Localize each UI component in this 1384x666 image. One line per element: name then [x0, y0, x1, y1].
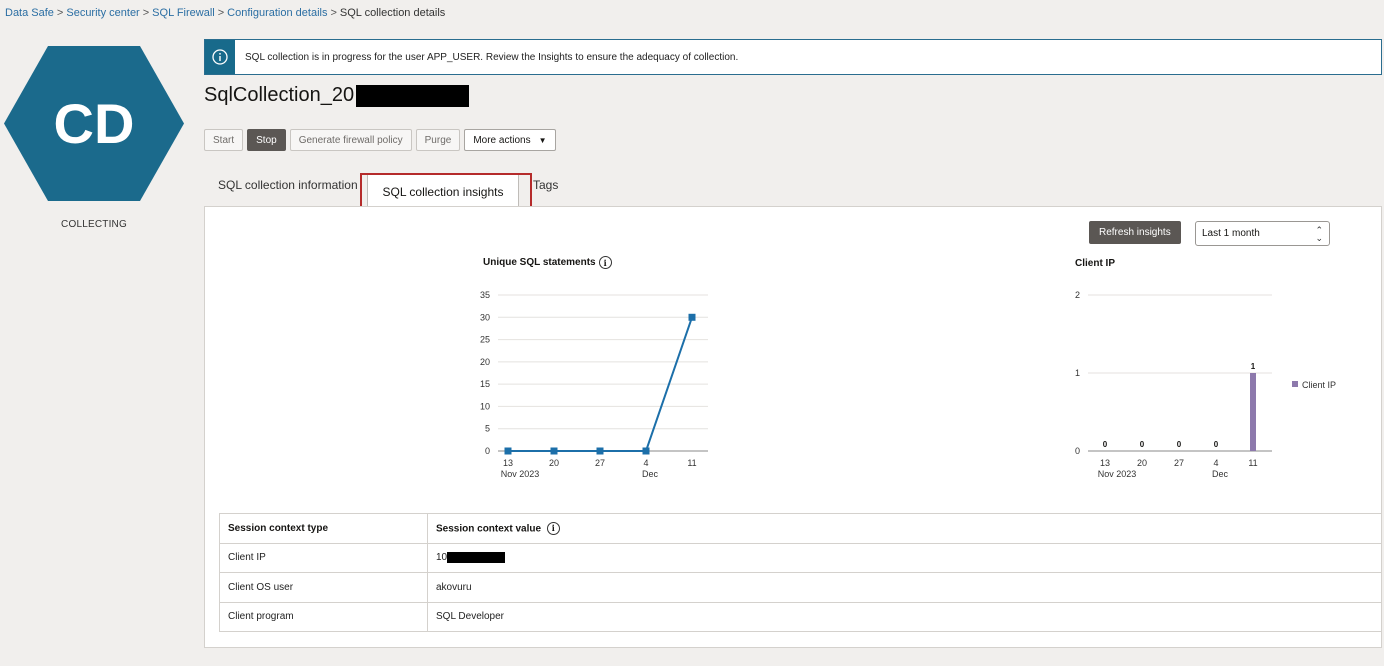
client-ip-value: 10	[436, 552, 448, 564]
x-tick-label: 11	[1248, 458, 1257, 468]
y-tick-label: 30	[480, 312, 490, 322]
y-tick-label: 1	[1075, 368, 1080, 378]
breadcrumb-separator: >	[330, 7, 337, 19]
y-tick-label: 0	[1075, 446, 1080, 456]
data-label: 0	[1103, 440, 1108, 449]
legend-swatch	[1292, 381, 1298, 387]
x-tick-label: 20	[549, 458, 559, 468]
x-tick-label: 11	[687, 458, 696, 468]
session-context-table: Session context type Session context val…	[219, 513, 1382, 632]
y-tick-label: 0	[485, 446, 490, 456]
y-tick-label: 15	[480, 379, 490, 389]
info-icon[interactable]: i	[546, 521, 560, 535]
table-row: Client program SQL Developer	[219, 601, 1382, 632]
table-header-row: Session context type Session context val…	[219, 513, 1382, 544]
column-header-value: Session context value i	[427, 513, 1382, 544]
x-tick-label: 4	[1213, 458, 1218, 468]
purge-button[interactable]: Purge	[415, 129, 461, 151]
more-actions-label: More actions	[473, 134, 531, 146]
legend-label: Client IP	[1302, 380, 1336, 390]
y-tick-label: 2	[1075, 290, 1080, 300]
time-range-select[interactable]: Last 1 month ⌃ ⌄	[1195, 221, 1330, 246]
data-point	[504, 447, 512, 455]
table-row: Client IP 10	[219, 542, 1382, 573]
breadcrumb-separator: >	[217, 7, 225, 19]
data-point	[550, 447, 558, 455]
x-tick-sublabel: Nov 2023	[1098, 469, 1137, 479]
chart-title-text: Unique SQL statements	[483, 257, 596, 268]
y-tick-label: 20	[480, 357, 490, 367]
data-point	[688, 313, 696, 321]
tab-tags[interactable]: Tags	[533, 178, 558, 192]
x-tick-label: 20	[1137, 458, 1147, 468]
refresh-insights-button[interactable]: Refresh insights	[1089, 221, 1181, 244]
data-point	[642, 447, 650, 455]
page-title: SqlCollection_20	[204, 84, 470, 107]
x-tick-sublabel: Nov 2023	[501, 469, 540, 479]
x-tick-sublabel: Dec	[1212, 469, 1229, 479]
table-cell-value: 10	[427, 542, 1382, 573]
y-tick-label: 25	[480, 335, 490, 345]
banner-icon-container	[205, 40, 235, 74]
breadcrumb-link-configuration-details[interactable]: Configuration details	[227, 7, 327, 19]
client-ip-chart: 0 1 2 13Nov 202320 27 4Dec 11 0 0 0 0 1 Client IP	[1075, 290, 1336, 479]
table-cell-value: akovuru	[427, 572, 1382, 603]
banner-text: SQL collection is in progress for the us…	[245, 51, 739, 63]
stop-button[interactable]: Stop	[247, 129, 286, 151]
time-range-value: Last 1 month	[1202, 228, 1260, 239]
column-header-type: Session context type	[219, 513, 428, 544]
data-label: 0	[1140, 440, 1145, 449]
info-icon[interactable]: i	[598, 256, 612, 269]
bar	[1250, 373, 1256, 451]
y-tick-label: 5	[485, 424, 490, 434]
info-icon	[212, 49, 228, 65]
column-header-type-label: Session context type	[228, 522, 329, 534]
y-tick-label: 35	[480, 290, 490, 300]
redaction-box	[356, 84, 470, 107]
avatar-initials: CD	[54, 92, 135, 155]
breadcrumb: Data Safe > Security center > SQL Firewall > C…	[5, 7, 445, 19]
action-bar: Start Stop Generate firewall policy Purg…	[204, 129, 556, 151]
breadcrumb-separator: >	[142, 7, 150, 19]
table-cell-type: Client IP	[219, 542, 428, 573]
table-cell-value: SQL Developer	[427, 601, 1382, 632]
data-label: 0	[1214, 440, 1219, 449]
breadcrumb-link-sql-firewall[interactable]: SQL Firewall	[152, 7, 215, 19]
breadcrumb-link-data-safe[interactable]: Data Safe	[5, 7, 54, 19]
table-cell-type: Client OS user	[219, 572, 428, 603]
generate-firewall-policy-button[interactable]: Generate firewall policy	[289, 129, 412, 151]
chart-title-unique-sql: Unique SQL statements i	[483, 256, 612, 269]
page-title-text: SqlCollection_20	[204, 84, 355, 106]
more-actions-button[interactable]: More actions ▼	[464, 129, 556, 151]
x-tick-label: 4	[643, 458, 648, 468]
chevron-updown-icon: ⌃ ⌄	[1315, 225, 1323, 243]
data-label: 0	[1177, 440, 1182, 449]
start-button[interactable]: Start	[204, 129, 244, 151]
info-banner: SQL collection is in progress for the us…	[204, 39, 1382, 75]
table-row: Client OS user akovuru	[219, 572, 1382, 603]
chart-title-client-ip: Client IP	[1075, 258, 1116, 269]
x-tick-label: 27	[1174, 458, 1184, 468]
caret-down-icon: ▼	[538, 135, 547, 145]
data-point	[596, 447, 604, 455]
x-tick-sublabel: Dec	[642, 469, 659, 479]
avatar: CD	[4, 46, 184, 201]
table-cell-type: Client program	[219, 601, 428, 632]
unique-sql-chart: 0 5 10 15 20 25 30 35 13Nov 2023 20 27 4Dec 11	[480, 290, 708, 479]
redaction-box	[447, 552, 506, 564]
column-header-value-label: Session context value	[436, 523, 542, 535]
status-label: COLLECTING	[61, 219, 127, 230]
breadcrumb-link-security-center[interactable]: Security center	[66, 7, 139, 19]
y-tick-label: 10	[480, 401, 490, 411]
x-tick-label: 13	[503, 458, 513, 468]
breadcrumb-separator: >	[56, 7, 64, 19]
tab-sql-collection-information[interactable]: SQL collection information	[218, 178, 358, 192]
x-tick-label: 27	[595, 458, 605, 468]
breadcrumb-current: SQL collection details	[339, 7, 446, 19]
x-tick-label: 13	[1100, 458, 1110, 468]
data-label: 1	[1251, 362, 1256, 371]
